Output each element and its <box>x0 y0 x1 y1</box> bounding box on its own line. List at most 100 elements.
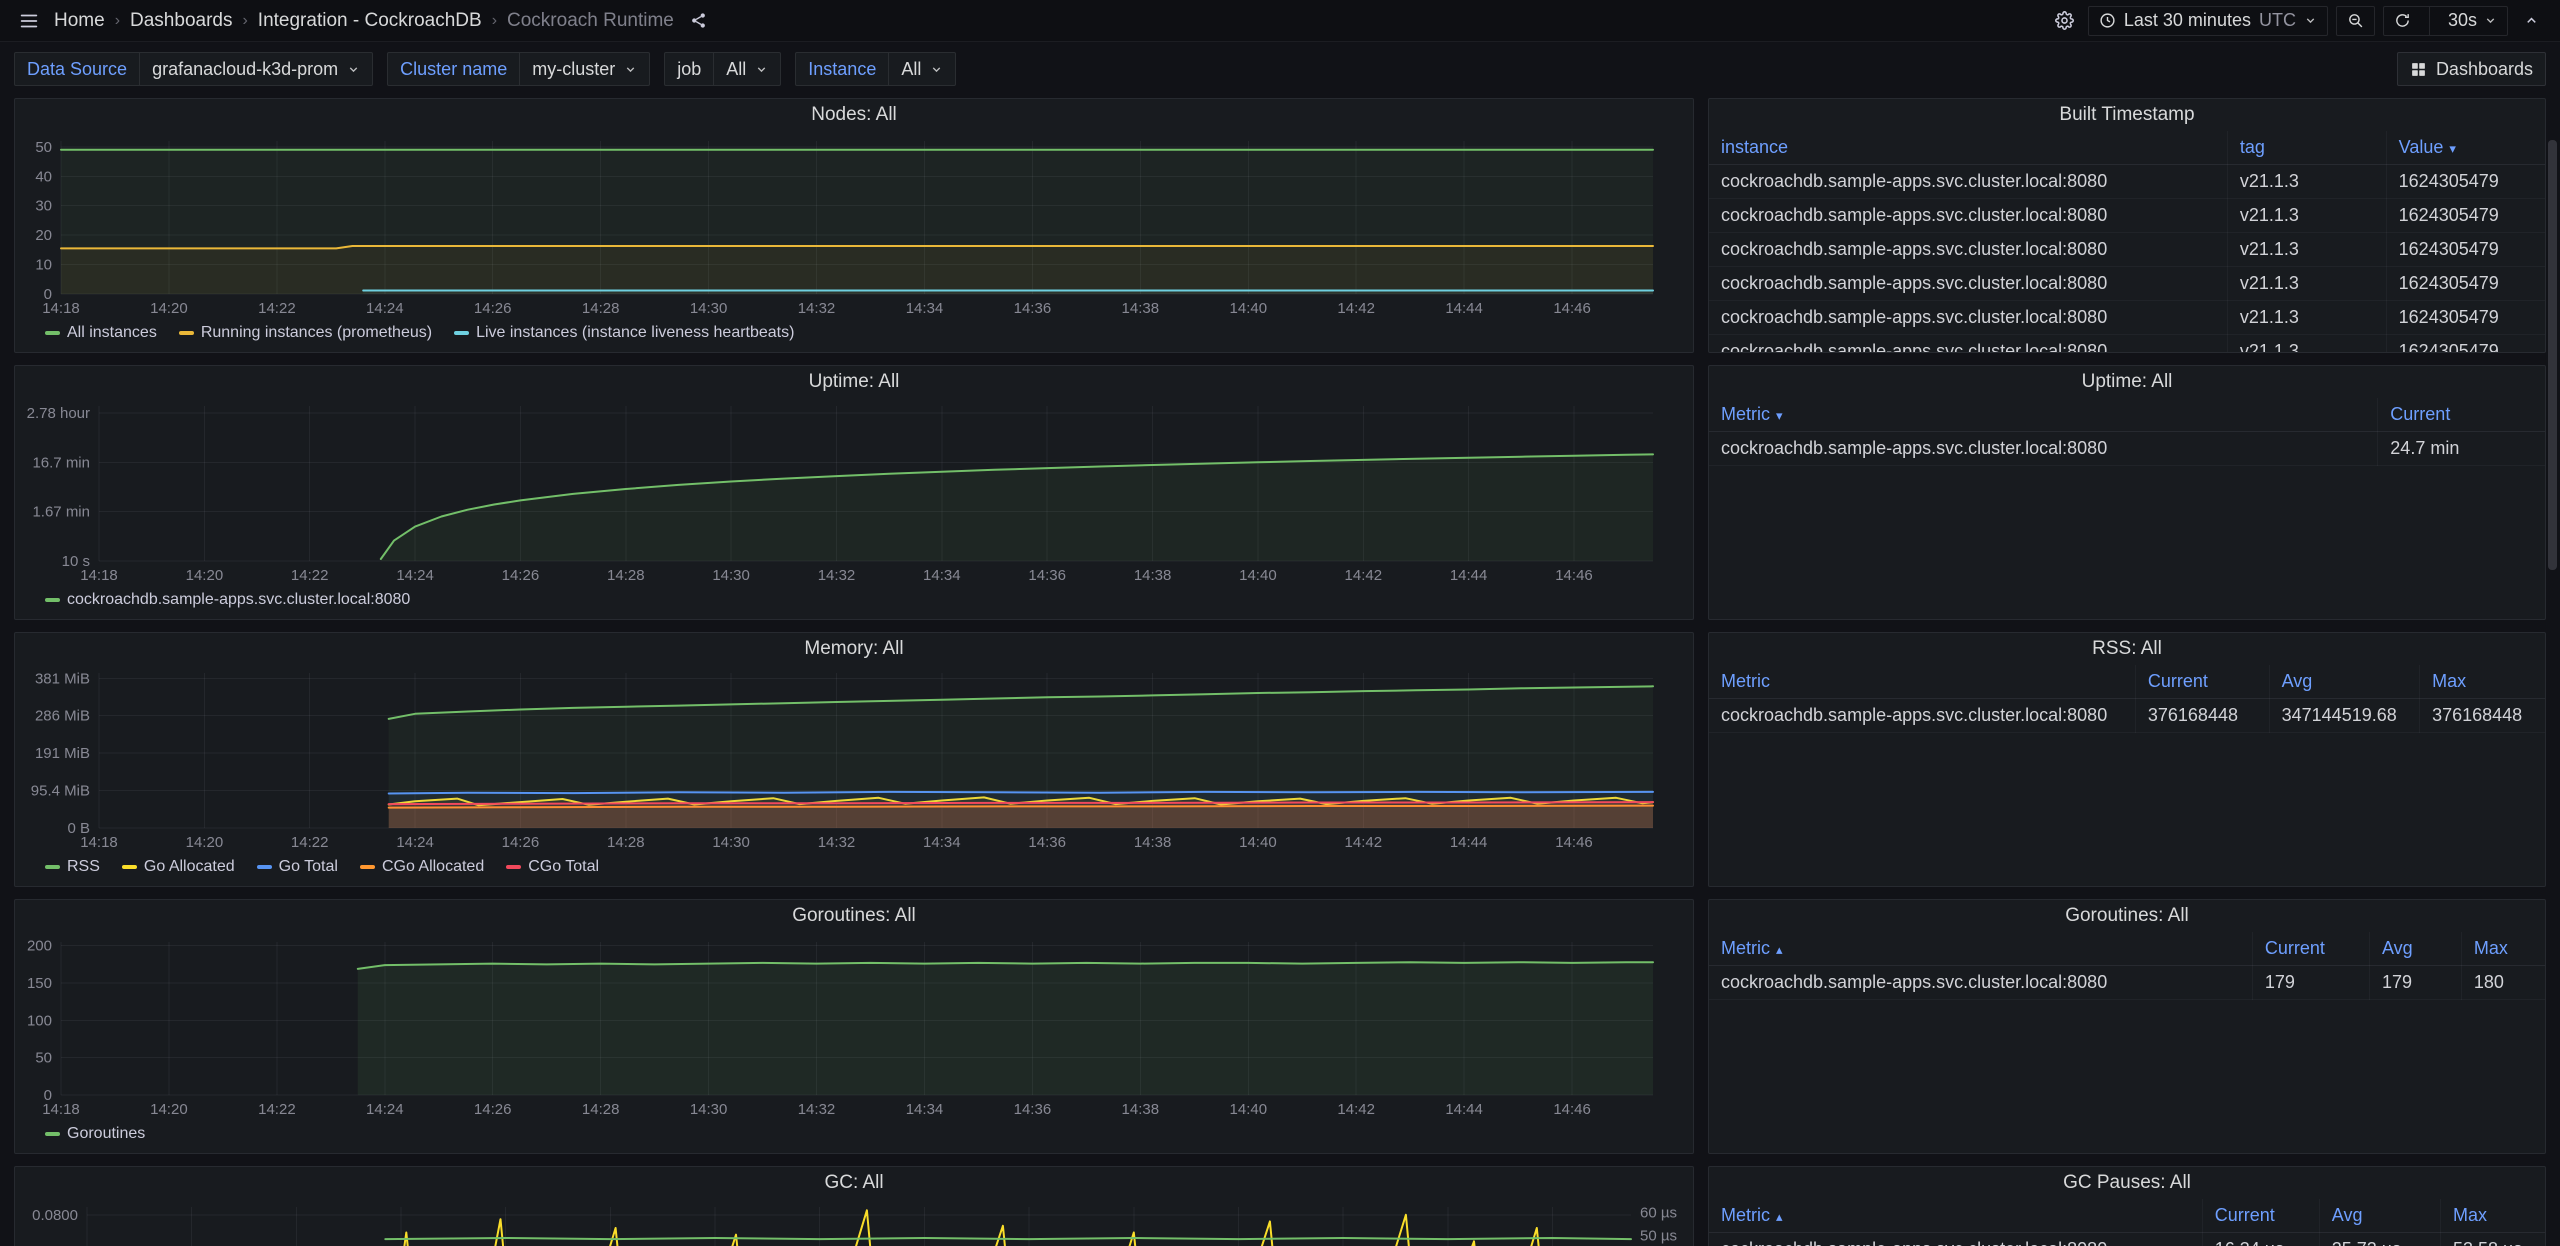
legend-item[interactable]: Goroutines <box>45 1125 145 1143</box>
legend-item[interactable]: RSS <box>45 858 100 876</box>
top-navbar: Home›Dashboards›Integration - CockroachD… <box>0 0 2560 42</box>
rss-table-table-wrap: MetricCurrentAvgMaxcockroachdb.sample-ap… <box>1709 665 2545 886</box>
legend-swatch-icon <box>506 865 521 869</box>
column-header-max[interactable]: Max <box>2461 932 2545 966</box>
var-instance-group: Instance All <box>795 52 956 86</box>
column-header-instance[interactable]: instance <box>1709 131 2227 165</box>
table-header-row: MetricCurrentAvgMax <box>1709 665 2545 699</box>
var-datasource-group: Data Source grafanacloud-k3d-prom <box>14 52 373 86</box>
table-cell: 179 <box>2252 966 2369 1000</box>
legend-item[interactable]: Go Allocated <box>122 858 235 876</box>
svg-text:14:28: 14:28 <box>582 300 620 317</box>
apps-grid-icon <box>2410 61 2427 78</box>
refresh-button[interactable] <box>2384 7 2421 35</box>
breadcrumb-item-dashboards[interactable]: Dashboards <box>130 10 232 32</box>
panel-title[interactable]: RSS: All <box>1709 633 2545 665</box>
breadcrumb-item-home[interactable]: Home <box>54 10 105 32</box>
time-range-picker[interactable]: Last 30 minutes UTC <box>2088 6 2328 36</box>
panel-title[interactable]: Uptime: All <box>15 366 1693 398</box>
svg-text:14:42: 14:42 <box>1345 834 1383 851</box>
svg-text:14:24: 14:24 <box>366 300 404 317</box>
panel-title[interactable]: Uptime: All <box>1709 366 2545 398</box>
chevron-down-icon <box>2304 14 2317 27</box>
column-header-max[interactable]: Max <box>2420 665 2545 699</box>
legend-item[interactable]: Running instances (prometheus) <box>179 324 432 342</box>
uptime-chart[interactable]: 14:1814:2014:2214:2414:2614:2814:3014:32… <box>15 398 1693 589</box>
column-header-value[interactable]: Value▾ <box>2386 131 2545 165</box>
table-cell: 376168448 <box>2420 699 2545 733</box>
page-scrollbar[interactable] <box>2548 140 2557 570</box>
refresh-interval-dropdown[interactable]: 30s <box>2438 7 2507 35</box>
svg-text:14:28: 14:28 <box>607 834 645 851</box>
column-header-metric[interactable]: Metric▴ <box>1709 1199 2202 1233</box>
column-header-metric[interactable]: Metric▴ <box>1709 932 2252 966</box>
legend-item[interactable]: CGo Total <box>506 858 599 876</box>
column-header-avg[interactable]: Avg <box>2319 1199 2440 1233</box>
svg-text:14:40: 14:40 <box>1230 300 1268 317</box>
svg-text:14:30: 14:30 <box>712 834 750 851</box>
panel-title[interactable]: Goroutines: All <box>1709 900 2545 932</box>
var-job-select[interactable]: All <box>714 53 780 85</box>
sort-desc-icon: ▾ <box>1776 408 1783 423</box>
navbar-right: Last 30 minutes UTC 30s <box>2050 6 2546 36</box>
svg-text:14:26: 14:26 <box>474 1101 512 1118</box>
dashboards-link-button[interactable]: Dashboards <box>2397 52 2546 86</box>
var-datasource-select[interactable]: grafanacloud-k3d-prom <box>140 53 372 85</box>
nodes-chart[interactable]: 14:1814:2014:2214:2414:2614:2814:3014:32… <box>15 131 1693 322</box>
svg-text:14:44: 14:44 <box>1450 567 1488 584</box>
panel-title[interactable]: GC: All <box>15 1167 1693 1199</box>
table-row: cockroachdb.sample-apps.svc.cluster.loca… <box>1709 165 2545 199</box>
svg-text:14:30: 14:30 <box>690 300 728 317</box>
column-header-avg[interactable]: Avg <box>2369 932 2461 966</box>
legend-item[interactable]: cockroachdb.sample-apps.svc.cluster.loca… <box>45 591 410 609</box>
legend-item[interactable]: All instances <box>45 324 157 342</box>
gc-chart[interactable]: 14:1814:2014:2214:2414:2614:2814:3014:32… <box>15 1199 1693 1246</box>
svg-text:0: 0 <box>44 286 52 303</box>
column-header-current[interactable]: Current <box>2135 665 2269 699</box>
svg-text:14:30: 14:30 <box>690 1101 728 1118</box>
memory-chart[interactable]: 14:1814:2014:2214:2414:2614:2814:3014:32… <box>15 665 1693 856</box>
column-header-max[interactable]: Max <box>2440 1199 2545 1233</box>
share-dashboard-button[interactable] <box>684 6 714 36</box>
svg-text:14:38: 14:38 <box>1134 567 1172 584</box>
legend-item[interactable]: Live instances (instance liveness heartb… <box>454 324 794 342</box>
gear-icon <box>2055 11 2074 30</box>
panel-title[interactable]: Goroutines: All <box>15 900 1693 932</box>
dashboard-controls: Data Source grafanacloud-k3d-prom Cluste… <box>0 42 2560 96</box>
svg-text:14:46: 14:46 <box>1553 1101 1591 1118</box>
svg-text:0: 0 <box>44 1087 52 1104</box>
breadcrumb-separator: › <box>242 12 247 30</box>
sort-desc-icon: ▾ <box>2449 141 2456 156</box>
column-header-avg[interactable]: Avg <box>2269 665 2419 699</box>
var-instance-select[interactable]: All <box>889 53 955 85</box>
panel-title[interactable]: Nodes: All <box>15 99 1693 131</box>
legend-item[interactable]: CGo Allocated <box>360 858 484 876</box>
svg-text:14:40: 14:40 <box>1239 567 1277 584</box>
menu-toggle-button[interactable] <box>14 6 44 36</box>
var-cluster-select[interactable]: my-cluster <box>520 53 649 85</box>
column-header-current[interactable]: Current <box>2202 1199 2319 1233</box>
column-header-metric[interactable]: Metric▾ <box>1709 398 2378 432</box>
svg-text:14:28: 14:28 <box>607 567 645 584</box>
table-cell: 25.72 µs <box>2319 1233 2440 1246</box>
svg-text:14:24: 14:24 <box>366 1101 404 1118</box>
column-header-metric[interactable]: Metric <box>1709 665 2135 699</box>
table-header-row: instancetagValue▾ <box>1709 131 2545 165</box>
panel-title[interactable]: Memory: All <box>15 633 1693 665</box>
column-header-tag[interactable]: tag <box>2227 131 2386 165</box>
legend-item[interactable]: Go Total <box>257 858 338 876</box>
var-job-label: job <box>665 53 714 85</box>
panel-title[interactable]: GC Pauses: All <box>1709 1167 2545 1199</box>
goroutines-chart[interactable]: 14:1814:2014:2214:2414:2614:2814:3014:32… <box>15 932 1693 1123</box>
panel-title[interactable]: Built Timestamp <box>1709 99 2545 131</box>
dashboard-settings-button[interactable] <box>2050 6 2080 36</box>
table-cell: cockroachdb.sample-apps.svc.cluster.loca… <box>1709 966 2252 1000</box>
column-header-current[interactable]: Current <box>2378 398 2545 432</box>
column-header-current[interactable]: Current <box>2252 932 2369 966</box>
table-cell: 180 <box>2461 966 2545 1000</box>
breadcrumb-item-integration-cockroachdb[interactable]: Integration - CockroachDB <box>258 10 482 32</box>
rss-table-table: MetricCurrentAvgMaxcockroachdb.sample-ap… <box>1709 665 2545 733</box>
panel-rss-table: RSS: AllMetricCurrentAvgMaxcockroachdb.s… <box>1708 632 2546 887</box>
collapse-toolbar-button[interactable] <box>2516 6 2546 36</box>
zoom-out-time-button[interactable] <box>2336 6 2375 36</box>
